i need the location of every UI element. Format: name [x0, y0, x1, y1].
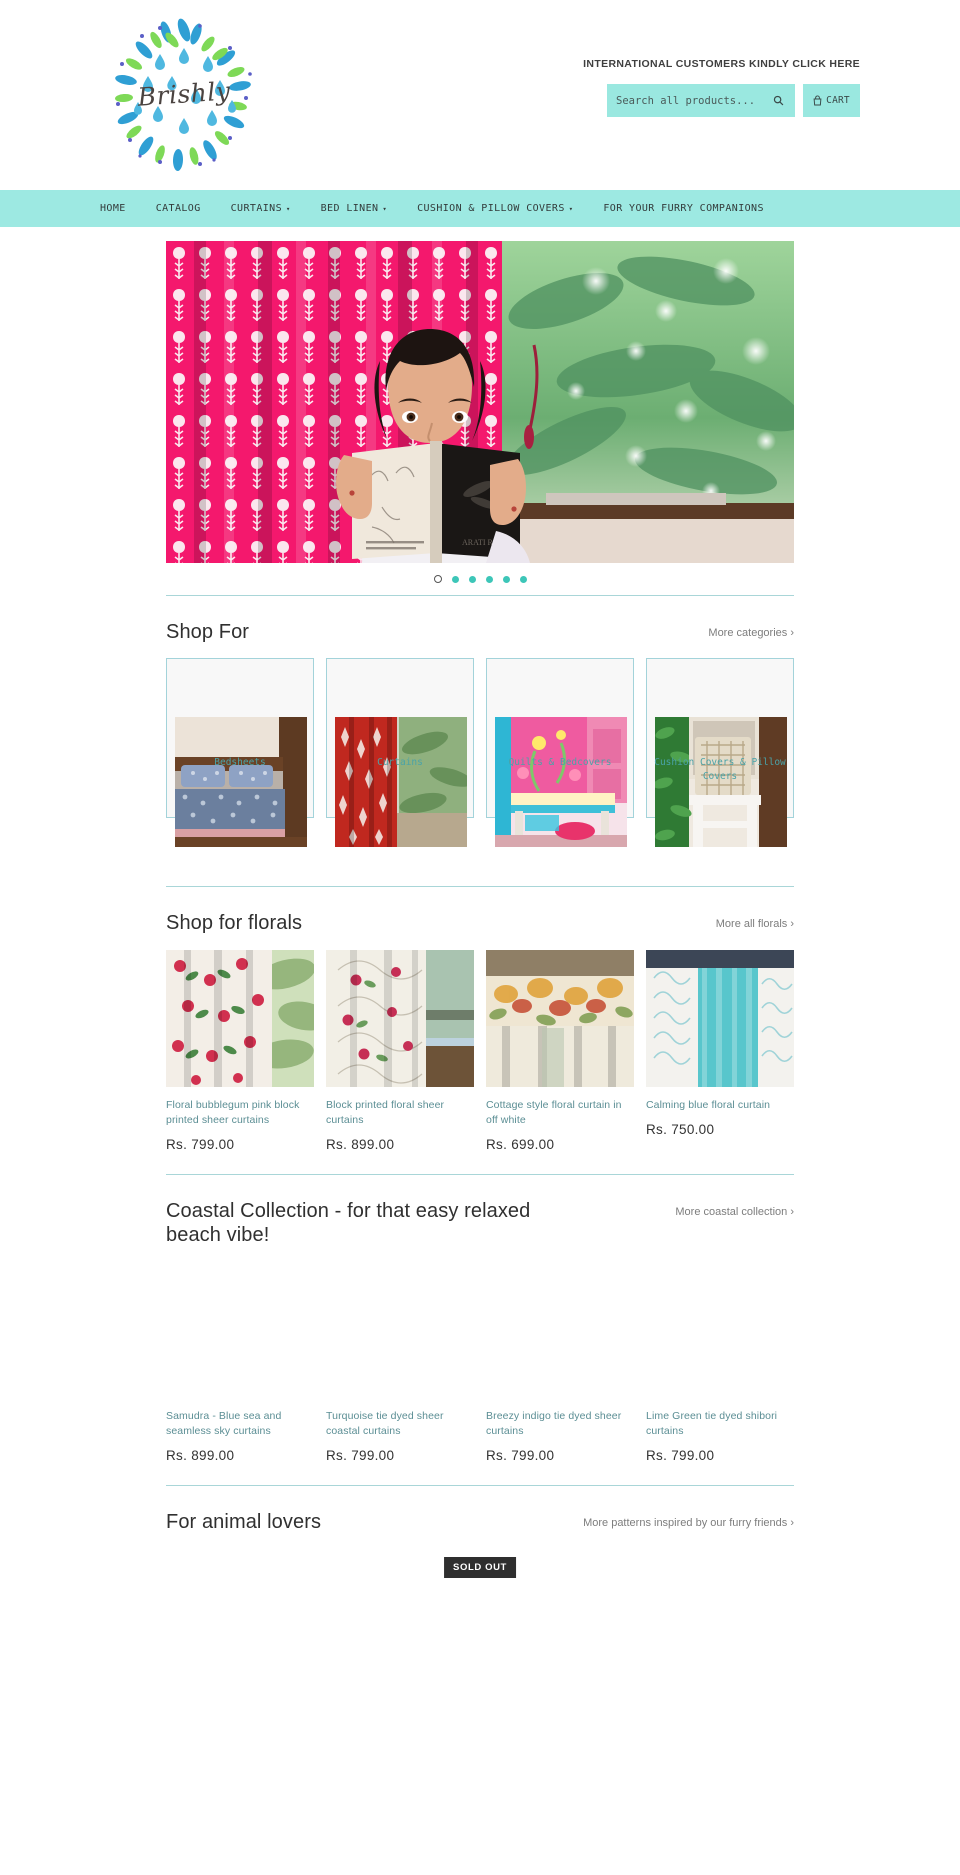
animal-lovers-title: For animal lovers [166, 1511, 322, 1534]
category-card[interactable]: Bedsheets [166, 658, 314, 848]
carousel-dot-3[interactable] [468, 575, 476, 583]
coastal-section: Coastal Collection - for that easy relax… [166, 1175, 794, 1487]
category-card[interactable]: Curtains [326, 658, 474, 848]
carousel-dot-6[interactable] [519, 575, 527, 583]
product-price: Rs. 899.00 [166, 1448, 235, 1464]
nav-item-for-your-furry-companions[interactable]: FOR YOUR FURRY COMPANIONS [603, 203, 780, 214]
sold-out-container: SOLD OUT [166, 1549, 794, 1589]
product-price: Rs. 799.00 [646, 1448, 715, 1464]
product-card[interactable]: Turquoise tie dyed sheer coastal curtain… [326, 1261, 474, 1463]
more-florals-link[interactable]: More all florals › [716, 911, 794, 930]
international-customers-link[interactable]: INTERNATIONAL CUSTOMERS KINDLY CLICK HER… [583, 58, 860, 70]
category-label: Cushion Covers & Pillow Covers [654, 757, 786, 783]
product-title: Breezy indigo tie dyed sheer curtains [486, 1410, 622, 1438]
category-card[interactable]: Quilts & Bedcovers [486, 658, 634, 848]
nav-item-curtains[interactable]: CURTAINS ▾ [231, 203, 307, 214]
product-image [486, 949, 634, 1087]
product-card[interactable]: Lime Green tie dyed shibori curtains Rs. … [646, 1261, 794, 1463]
search-form [607, 84, 795, 117]
product-image [326, 1261, 474, 1399]
category-image [175, 717, 307, 848]
product-title: Calming blue floral curtain [646, 1098, 771, 1111]
product-price: Rs. 799.00 [326, 1448, 395, 1464]
florals-title: Shop for florals [166, 912, 303, 935]
search-input[interactable] [616, 94, 771, 107]
product-price: Rs. 750.00 [646, 1121, 715, 1137]
nav-item-bed-linen[interactable]: BED LINEN ▾ [321, 203, 403, 214]
product-card[interactable]: Breezy indigo tie dyed sheer curtains Rs.… [486, 1261, 634, 1463]
product-card[interactable]: Floral bubblegum pink block printed shee… [166, 949, 314, 1152]
product-card[interactable]: Samudra - Blue sea and seamless sky curt… [166, 1261, 314, 1463]
carousel-dots[interactable] [166, 572, 794, 586]
cart-icon [813, 95, 822, 106]
hero-slide[interactable]: ARATI ROY [166, 241, 794, 563]
carousel-dot-5[interactable] [502, 575, 510, 583]
category-card[interactable]: Cushion Covers & Pillow Covers [646, 658, 794, 848]
product-image [646, 1261, 794, 1399]
cart-button[interactable]: CART [803, 84, 860, 117]
carousel-dot-4[interactable] [485, 575, 493, 583]
category-image [335, 717, 467, 848]
category-label: Quilts & Bedcovers [508, 757, 612, 769]
product-title: Floral bubblegum pink block printed shee… [166, 1098, 300, 1126]
cart-label: CART [826, 95, 850, 106]
product-image [486, 1261, 634, 1399]
product-title: Cottage style floral curtain in off whit… [486, 1098, 622, 1126]
main-navigation: HOME CATALOG CURTAINS ▾ BED LINEN ▾ CUSHION & … [0, 190, 960, 227]
shop-for-title: Shop For [166, 621, 250, 643]
more-categories-link[interactable]: More categories › [708, 620, 794, 639]
nav-item-label: BED LINEN [320, 203, 379, 214]
site-header: Brishly INTERNATIONAL CUSTOMERS KINDLY C… [0, 0, 960, 190]
product-card[interactable]: Block printed floral sheer curtains Rs. 8… [326, 949, 474, 1152]
nav-item-label: FOR YOUR FURRY COMPANIONS [603, 203, 764, 214]
product-image [166, 1261, 314, 1399]
category-image [495, 717, 627, 848]
product-price: Rs. 699.00 [486, 1136, 555, 1152]
florals-section: Shop for florals More all florals › Flor… [166, 887, 794, 1175]
nav-item-label: CATALOG [155, 203, 201, 214]
product-price: Rs. 799.00 [486, 1448, 555, 1464]
product-image [166, 949, 314, 1087]
site-logo[interactable]: Brishly [100, 14, 268, 174]
chevron-down-icon: ▾ [382, 205, 388, 213]
hero-carousel: ARATI ROY [0, 227, 960, 596]
more-furry-friends-link[interactable]: More patterns inspired by our furry frie… [583, 1510, 794, 1529]
category-label: Bedsheets [214, 757, 266, 769]
product-title: Lime Green tie dyed shibori curtains [646, 1410, 778, 1438]
nav-item-cushion-pillow-covers[interactable]: CUSHION & PILLOW COVERS ▾ [417, 203, 589, 214]
nav-item-label: HOME [100, 203, 126, 214]
status-badge: SOLD OUT [444, 1556, 516, 1578]
shop-for-section: Shop For More categories › Bedsheets Cur… [166, 596, 794, 888]
product-title: Block printed floral sheer curtains [326, 1098, 445, 1126]
product-price: Rs. 799.00 [166, 1136, 235, 1152]
product-title: Turquoise tie dyed sheer coastal curtain… [326, 1410, 444, 1438]
product-card[interactable]: Cottage style floral curtain in off whit… [486, 949, 634, 1152]
product-image [646, 949, 794, 1087]
nav-item-home[interactable]: HOME [100, 203, 142, 214]
coastal-title: Coastal Collection - for that easy relax… [166, 1199, 531, 1246]
hero-image: ARATI ROY [166, 241, 794, 563]
carousel-dot-2[interactable] [451, 575, 459, 583]
animal-lovers-section: For animal lovers More patterns inspired… [166, 1486, 794, 1548]
search-icon[interactable] [771, 95, 786, 106]
carousel-dot-1[interactable] [433, 575, 442, 583]
chevron-down-icon: ▾ [568, 205, 574, 213]
category-label: Curtains [377, 757, 423, 769]
chevron-down-icon: ▾ [286, 205, 291, 213]
product-price: Rs. 899.00 [326, 1136, 395, 1152]
nav-item-label: CURTAINS [230, 203, 283, 214]
more-coastal-link[interactable]: More coastal collection › [675, 1199, 794, 1218]
product-image [326, 949, 474, 1087]
product-title: Samudra - Blue sea and seamless sky curt… [166, 1410, 282, 1438]
nav-item-label: CUSHION & PILLOW COVERS [417, 203, 565, 214]
product-card[interactable]: Calming blue floral curtain Rs. 750.00 [646, 949, 794, 1152]
nav-item-catalog[interactable]: CATALOG [156, 203, 217, 214]
